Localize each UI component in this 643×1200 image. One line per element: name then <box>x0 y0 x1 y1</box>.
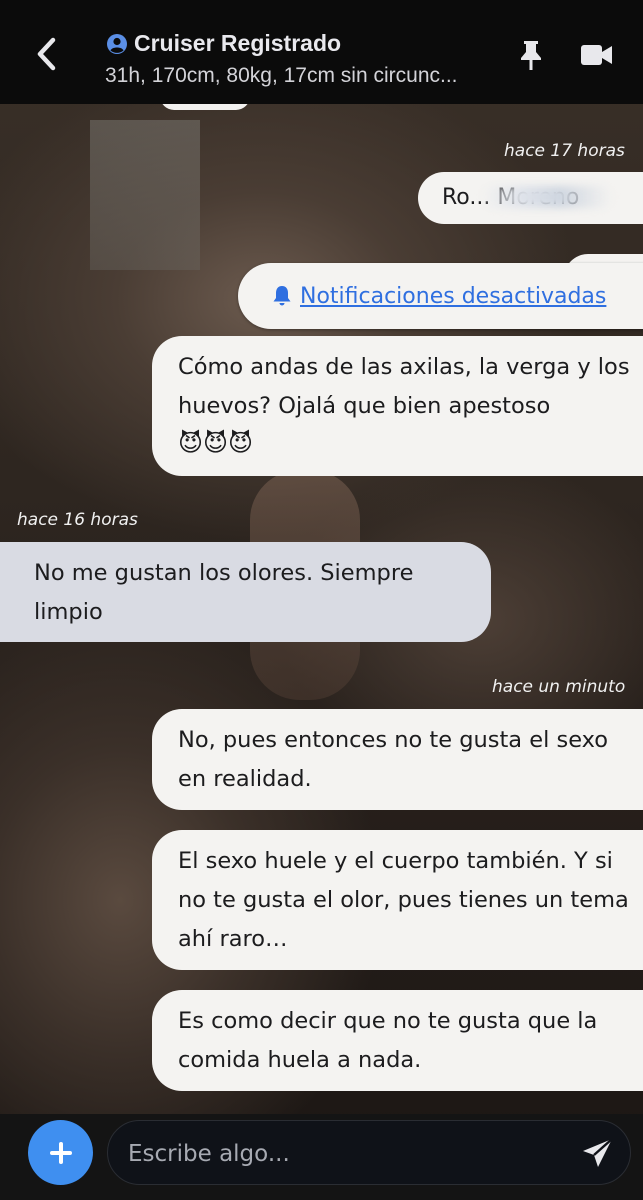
chat-header: Cruiser Registrado 31h, 170cm, 80kg, 17c… <box>0 0 643 104</box>
message-text: No me gustan los olores. Siempre limpio <box>34 560 414 625</box>
back-button[interactable] <box>26 30 66 78</box>
message-bubble-incoming[interactable]: No me gustan los olores. Siempre limpio <box>0 542 491 642</box>
video-call-button[interactable] <box>580 42 614 68</box>
send-icon <box>583 1138 613 1167</box>
message-composer <box>0 1114 643 1200</box>
contact-info[interactable]: Cruiser Registrado <box>106 30 341 57</box>
timestamp: hace 17 horas <box>504 141 625 161</box>
timestamp: hace 16 horas <box>17 510 138 530</box>
bell-icon <box>273 286 291 306</box>
contact-name: Cruiser Registrado <box>134 30 342 56</box>
video-camera-icon <box>581 45 612 65</box>
timestamp: hace un minuto <box>492 677 626 697</box>
message-bubble-outgoing[interactable]: Cómo andas de las axilas, la verga y los… <box>152 336 643 476</box>
notifications-disabled-link[interactable]: Notificaciones desactivadas <box>300 284 606 309</box>
message-input[interactable] <box>126 1121 560 1186</box>
message-emoji: 😈😈😈 <box>178 429 254 457</box>
chevron-left-icon <box>37 37 56 71</box>
message-input-container[interactable] <box>107 1120 631 1186</box>
message-text: El sexo huele y el cuerpo también. Y si … <box>178 848 629 952</box>
message-bubble-outgoing-name[interactable]: Ro... Moreno <box>418 172 643 224</box>
redaction-blur <box>482 186 612 208</box>
message-text: No, pues entonces no te gusta el sexo en… <box>178 727 609 792</box>
add-attachment-button[interactable] <box>28 1120 93 1185</box>
plus-icon <box>49 1141 72 1164</box>
message-text: Es como decir que no te gusta que la com… <box>178 1008 598 1073</box>
notifications-banner[interactable]: Notificaciones desactivadas <box>238 263 643 329</box>
message-text: Cómo andas de las axilas, la verga y los… <box>178 354 630 419</box>
message-bubble-outgoing[interactable]: El sexo huele y el cuerpo también. Y si … <box>152 830 643 970</box>
pin-icon <box>521 41 541 70</box>
pin-button[interactable] <box>516 38 546 72</box>
send-button[interactable] <box>581 1137 615 1169</box>
user-circle-icon <box>107 33 127 54</box>
contact-stats: 31h, 170cm, 80kg, 17cm sin circunc... <box>105 64 458 87</box>
message-bubble-outgoing[interactable]: Es como decir que no te gusta que la com… <box>152 990 643 1091</box>
message-bubble-outgoing[interactable]: No, pues entonces no te gusta el sexo en… <box>152 709 643 810</box>
message-list[interactable]: hace 17 horas Ro... Moreno Notificacione… <box>0 96 643 1114</box>
